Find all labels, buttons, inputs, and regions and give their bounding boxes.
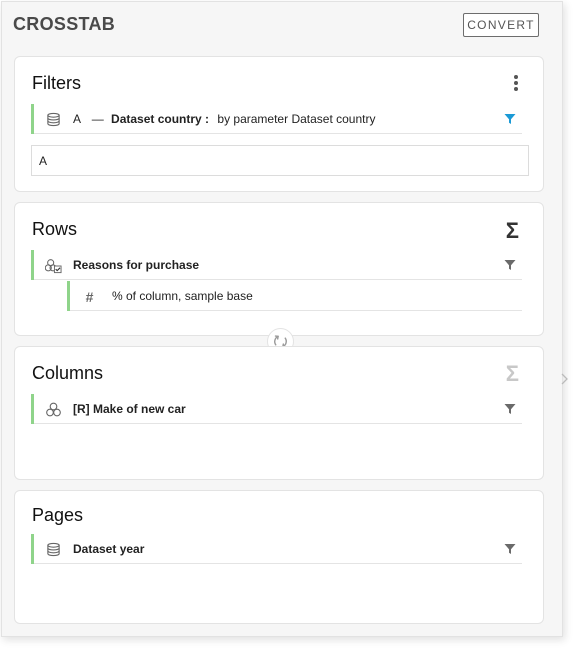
- sigma-icon[interactable]: Σ: [506, 361, 519, 387]
- chevron-right-icon[interactable]: [560, 372, 570, 386]
- database-icon: [45, 541, 62, 558]
- accent-bar: [31, 250, 34, 280]
- columns-card: Columns Σ [R] Make of new car: [14, 346, 544, 480]
- columns-item[interactable]: [R] Make of new car: [31, 394, 522, 424]
- rows-measure-item[interactable]: # % of column, sample base: [67, 281, 522, 311]
- panel-title: CROSSTAB: [13, 14, 116, 34]
- accent-bar: [31, 394, 34, 424]
- more-options-icon[interactable]: [513, 75, 519, 93]
- filter-value-input[interactable]: A: [31, 145, 529, 176]
- crosstab-panel: CROSSTAB CONVERT Filters A — Dataset cou…: [1, 1, 568, 637]
- accent-bar: [67, 281, 70, 311]
- pages-item-label: Dataset year: [73, 541, 145, 556]
- accent-bar: [31, 534, 34, 564]
- sigma-icon[interactable]: Σ: [506, 218, 519, 244]
- funnel-icon[interactable]: [504, 543, 516, 555]
- filters-title: Filters: [32, 73, 81, 93]
- rows-title: Rows: [32, 219, 78, 239]
- convert-button[interactable]: CONVERT: [463, 13, 539, 37]
- filter-prefix: A: [73, 111, 81, 126]
- filter-dash: —: [91, 111, 104, 126]
- columns-item-label: [R] Make of new car: [73, 401, 186, 416]
- hash-icon: #: [85, 288, 94, 305]
- measure-label: % of column, sample base: [112, 288, 253, 303]
- accent-bar: [31, 104, 34, 134]
- multi-choice-check-icon: [45, 257, 62, 274]
- filter-item[interactable]: A — Dataset country : by parameter Datas…: [31, 104, 522, 134]
- rows-item[interactable]: Reasons for purchase: [31, 250, 522, 280]
- pages-card: Pages Dataset year: [14, 490, 544, 624]
- filters-card: Filters A — Dataset country : by paramet…: [14, 56, 544, 192]
- database-icon: [45, 111, 62, 128]
- pages-item[interactable]: Dataset year: [31, 534, 522, 564]
- pages-title: Pages: [32, 505, 84, 525]
- filter-label: A — Dataset country : by parameter Datas…: [73, 112, 375, 126]
- multi-choice-icon: [45, 401, 62, 418]
- funnel-filled-icon[interactable]: [504, 113, 516, 125]
- filter-name: Dataset country :: [111, 111, 210, 126]
- rows-card: Rows Σ Reasons for purchase # % of colum…: [14, 202, 544, 336]
- funnel-icon[interactable]: [504, 259, 516, 271]
- rows-item-label: Reasons for purchase: [73, 257, 200, 272]
- funnel-icon[interactable]: [504, 403, 516, 415]
- filter-detail: by parameter Dataset country: [217, 111, 376, 126]
- columns-title: Columns: [32, 363, 104, 383]
